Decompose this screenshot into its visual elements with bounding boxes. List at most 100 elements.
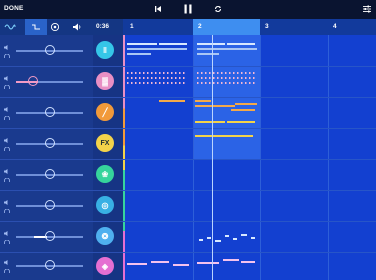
synth-pad-icon[interactable]: ▓ <box>96 72 114 90</box>
tempo-icon[interactable] <box>50 22 60 32</box>
track-row: ‖ <box>0 35 123 67</box>
note[interactable] <box>127 53 151 55</box>
volume-icon[interactable] <box>4 107 10 112</box>
note[interactable] <box>173 264 189 266</box>
mixer-settings-icon[interactable] <box>362 4 372 14</box>
note[interactable] <box>251 237 255 239</box>
drum-machine-icon[interactable]: ‖ <box>96 41 114 59</box>
headphones-icon[interactable] <box>4 209 10 214</box>
skip-back-icon[interactable] <box>153 4 163 14</box>
track-row: ❀ <box>0 159 123 191</box>
track-row: ◈ <box>0 252 123 280</box>
track-row: FX <box>0 128 123 160</box>
volume-knob[interactable] <box>45 107 55 117</box>
note[interactable] <box>195 100 211 102</box>
pause-icon[interactable] <box>182 3 194 15</box>
track-row: ▓ <box>0 66 123 98</box>
loop-icon[interactable] <box>213 4 223 14</box>
note[interactable] <box>127 82 187 84</box>
bar-number-2: 2 <box>198 23 202 30</box>
bar-number-4: 4 <box>333 23 337 30</box>
volume-knob[interactable] <box>45 200 55 210</box>
track-divider <box>123 128 376 129</box>
track-divider <box>123 252 376 253</box>
track-row: ╱ <box>0 97 123 129</box>
note[interactable] <box>127 77 187 79</box>
volume-knob[interactable] <box>45 138 55 148</box>
note[interactable] <box>199 239 203 241</box>
note[interactable] <box>227 43 255 45</box>
globe-synth-icon[interactable]: ◎ <box>96 196 114 214</box>
note[interactable] <box>197 43 225 45</box>
bar-line <box>328 35 329 280</box>
diamond-synth-icon[interactable]: ◈ <box>96 257 114 275</box>
note[interactable] <box>197 53 219 55</box>
app-window: DONE 0:36 1 2 3 4 ‖ ▓ ╱ FX ❀ ◎ ❂ ◈ <box>0 0 376 280</box>
headphones-icon[interactable] <box>4 240 10 245</box>
note[interactable] <box>197 48 257 50</box>
volume-icon[interactable] <box>4 45 10 50</box>
note[interactable] <box>197 77 257 79</box>
note[interactable] <box>197 262 219 264</box>
bass-synth-icon[interactable]: ╱ <box>96 103 114 121</box>
note[interactable] <box>197 82 257 84</box>
note[interactable] <box>235 103 257 105</box>
volume-knob[interactable] <box>28 76 38 86</box>
note[interactable] <box>159 100 185 102</box>
done-button[interactable]: DONE <box>4 5 24 12</box>
note[interactable] <box>225 235 229 237</box>
bar-line <box>193 35 194 280</box>
note[interactable] <box>127 43 157 45</box>
arrangement-grid[interactable] <box>123 35 376 280</box>
volume-icon[interactable] <box>4 169 10 174</box>
note[interactable] <box>207 237 211 239</box>
track-divider <box>123 221 376 222</box>
butterfly-icon[interactable]: ❀ <box>96 165 114 183</box>
headphones-icon[interactable] <box>4 178 10 183</box>
note[interactable] <box>195 135 253 137</box>
note[interactable] <box>151 261 169 263</box>
volume-icon[interactable] <box>72 22 82 32</box>
volume-icon[interactable] <box>4 231 10 236</box>
bar-number-3: 3 <box>265 23 269 30</box>
track-divider <box>123 159 376 160</box>
note[interactable] <box>195 105 235 107</box>
note[interactable] <box>227 121 255 123</box>
headphones-icon[interactable] <box>4 147 10 152</box>
note[interactable] <box>241 234 247 236</box>
volume-knob[interactable] <box>45 260 55 270</box>
automation-icon[interactable] <box>31 22 41 32</box>
waveform-icon[interactable] <box>4 22 16 32</box>
track-row: ❂ <box>0 221 123 253</box>
volume-icon[interactable] <box>4 200 10 205</box>
headphones-icon[interactable] <box>4 54 10 59</box>
note[interactable] <box>195 121 225 123</box>
playhead[interactable] <box>212 35 213 280</box>
playback-region[interactable] <box>193 19 260 35</box>
note[interactable] <box>127 48 187 50</box>
note[interactable] <box>127 263 147 265</box>
note[interactable] <box>159 43 187 45</box>
headphones-icon[interactable] <box>4 85 10 90</box>
note[interactable] <box>233 238 237 240</box>
note[interactable] <box>215 240 221 242</box>
volume-knob[interactable] <box>45 45 55 55</box>
fx-icon[interactable]: FX <box>96 134 114 152</box>
headphones-icon[interactable] <box>4 269 10 274</box>
note[interactable] <box>241 261 255 263</box>
volume-icon[interactable] <box>4 260 10 265</box>
note[interactable] <box>231 109 255 111</box>
note[interactable] <box>127 72 187 74</box>
volume-icon[interactable] <box>4 138 10 143</box>
track-divider <box>123 190 376 191</box>
volume-icon[interactable] <box>4 76 10 81</box>
note[interactable] <box>197 72 257 74</box>
track-divider <box>123 97 376 98</box>
vortex-synth-icon[interactable]: ❂ <box>96 227 114 245</box>
headphones-icon[interactable] <box>4 116 10 121</box>
note[interactable] <box>223 259 239 261</box>
volume-knob[interactable] <box>45 231 55 241</box>
bar-number-1: 1 <box>130 23 134 30</box>
track-row: ◎ <box>0 190 123 222</box>
volume-knob[interactable] <box>45 169 55 179</box>
